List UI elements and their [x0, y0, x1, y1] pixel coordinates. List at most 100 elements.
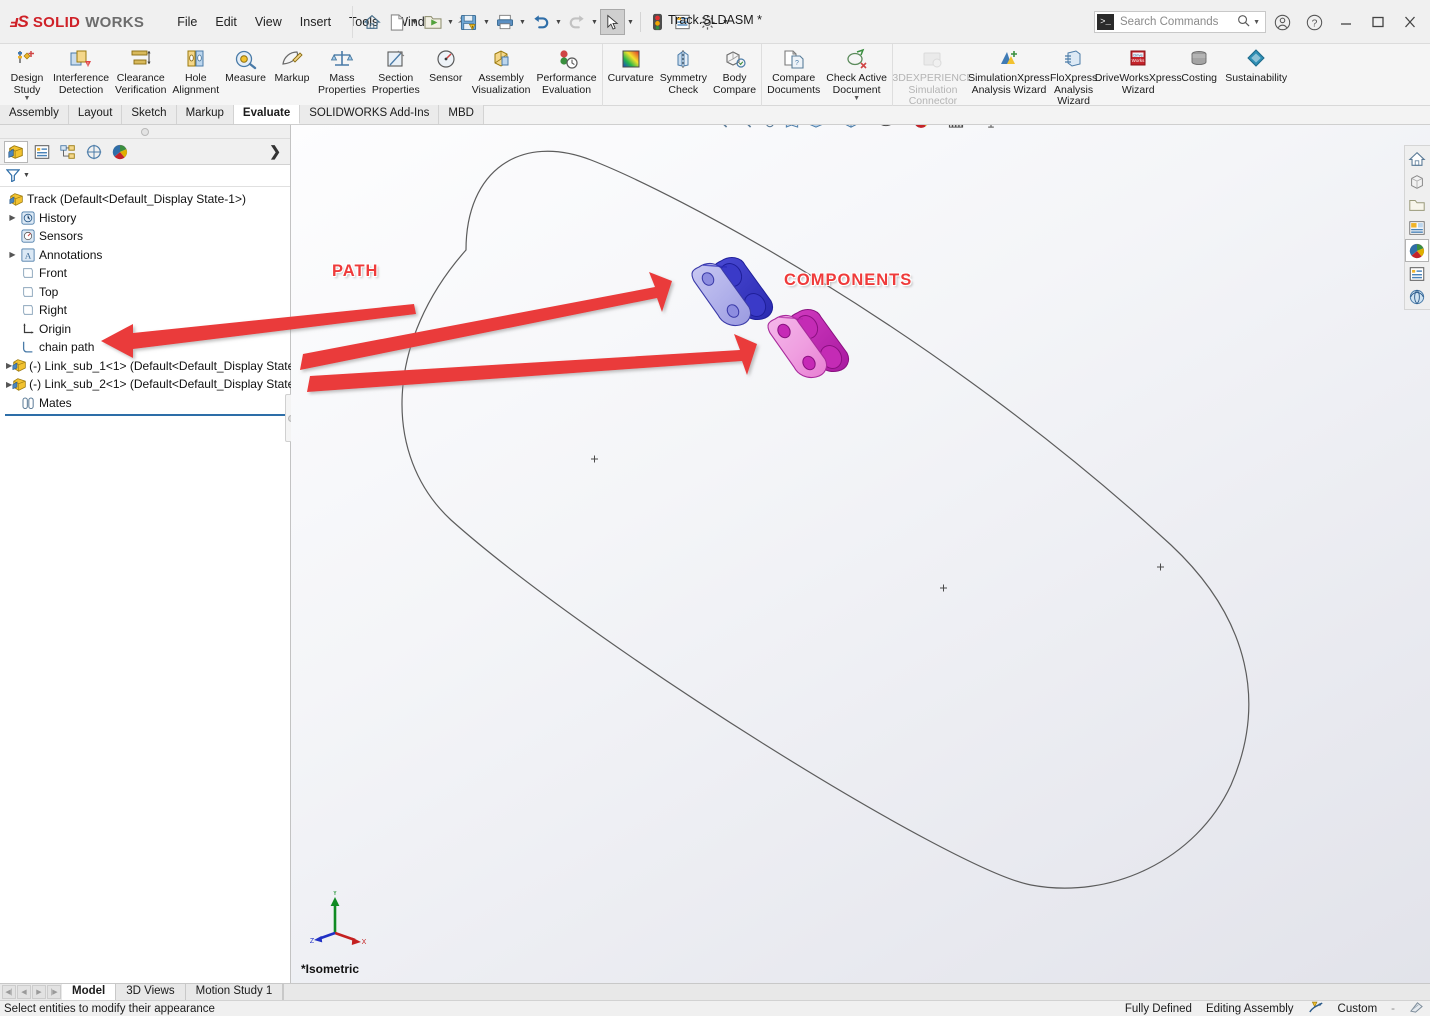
feature-tree-filter[interactable]: ▼: [0, 165, 290, 187]
select-caret-icon[interactable]: ▼: [625, 9, 636, 35]
menu-insert[interactable]: Insert: [291, 11, 340, 33]
account-button[interactable]: [1266, 8, 1298, 36]
minimize-button[interactable]: [1330, 8, 1362, 36]
ribbon-performance-evaluation[interactable]: Performance Evaluation: [533, 44, 599, 96]
print-button[interactable]: [492, 9, 517, 35]
rebuild-button[interactable]: [645, 9, 670, 35]
doc-tab-model[interactable]: Model: [62, 984, 117, 1000]
new-document-button[interactable]: [384, 9, 409, 35]
ribbon-simulationxpress[interactable]: SimulationXpress Analysis Wizard: [968, 44, 1050, 96]
file-explorer-button[interactable]: [1405, 193, 1429, 216]
tree-item-history[interactable]: ▶ History: [4, 209, 290, 228]
graphics-viewport[interactable]: ▼ ▼ ▼ ▼ ▼ ▼: [291, 125, 1430, 984]
next-tab-icon[interactable]: ▶: [32, 985, 46, 999]
magnifier-icon[interactable]: [1237, 14, 1250, 30]
link-sub-2-component[interactable]: [759, 305, 879, 400]
ribbon-hole-alignment[interactable]: Hole Alignment: [169, 44, 222, 96]
open-caret-icon[interactable]: ▼: [445, 9, 456, 35]
tab-layout[interactable]: Layout: [68, 105, 123, 124]
save-button[interactable]: [456, 9, 481, 35]
tab-markup[interactable]: Markup: [176, 105, 234, 124]
open-button[interactable]: [420, 9, 445, 35]
status-units[interactable]: Custom: [1338, 1003, 1378, 1015]
marketplace-button[interactable]: [1405, 285, 1429, 308]
menu-view[interactable]: View: [246, 11, 291, 33]
tree-item-annotations[interactable]: ▶ A Annotations: [4, 246, 290, 265]
print-caret-icon[interactable]: ▼: [517, 9, 528, 35]
ribbon-sustainability[interactable]: Sustainability: [1222, 44, 1290, 85]
undo-caret-icon[interactable]: ▼: [553, 9, 564, 35]
ribbon-floxpress[interactable]: FloXpress Analysis Wizard: [1047, 44, 1100, 108]
expand-arrow-icon[interactable]: ▶: [6, 213, 19, 222]
first-tab-icon[interactable]: ◀|: [2, 985, 16, 999]
ribbon-section-properties[interactable]: Section Properties: [369, 44, 423, 96]
ribbon-symmetry-check[interactable]: Symmetry Check: [657, 44, 710, 96]
rebuild-warning-icon[interactable]: [1308, 1001, 1324, 1016]
ribbon-assembly-visualization[interactable]: Assembly Visualization: [469, 44, 534, 96]
dimxpert-manager-tab[interactable]: [82, 141, 106, 163]
ribbon-interference-detection[interactable]: ! Interference Detection: [50, 44, 112, 96]
tab-evaluate[interactable]: Evaluate: [233, 105, 301, 124]
ribbon-driveworksxpress[interactable]: Drive Works DriveWorksXpress Wizard: [1095, 44, 1182, 96]
tree-item-top[interactable]: Top: [4, 283, 290, 302]
ribbon-clearance-verification[interactable]: Clearance Verification: [112, 44, 169, 96]
tab-assembly[interactable]: Assembly: [0, 105, 69, 124]
save-caret-icon[interactable]: ▼: [481, 9, 492, 35]
tab-solidworks-add-ins[interactable]: SOLIDWORKS Add-Ins: [300, 105, 440, 124]
status-units-caret[interactable]: -: [1391, 1003, 1395, 1015]
tree-item-track[interactable]: Track (Default<Default_Display State-1>): [4, 190, 290, 209]
custom-properties-button[interactable]: [1405, 262, 1429, 285]
search-caret-icon[interactable]: ▼: [1253, 19, 1260, 26]
overlay-icon[interactable]: [1409, 1000, 1424, 1016]
tree-item-chain-path[interactable]: chain path: [4, 338, 290, 357]
help-button[interactable]: ?: [1298, 8, 1330, 36]
ribbon-check-active-document[interactable]: Check Active Document ▼: [823, 44, 890, 102]
tab-mbd[interactable]: MBD: [439, 105, 484, 124]
select-button[interactable]: [600, 9, 625, 35]
new-document-caret-icon[interactable]: ▼: [409, 9, 420, 35]
panel-drag-strip[interactable]: [0, 125, 290, 139]
design-study-dropdown-icon[interactable]: ▼: [24, 95, 31, 102]
ribbon-compare-documents[interactable]: ? Compare Documents: [764, 44, 823, 96]
ribbon-mass-properties[interactable]: Mass Properties: [315, 44, 369, 96]
tree-item-sensors[interactable]: Sensors: [4, 227, 290, 246]
file-properties-button[interactable]: [670, 9, 695, 35]
home-button[interactable]: [359, 9, 384, 35]
ribbon-design-study[interactable]: Design Study ▼: [4, 44, 50, 102]
close-button[interactable]: [1394, 8, 1426, 36]
redo-button[interactable]: [564, 9, 589, 35]
feature-manager-tab[interactable]: [4, 140, 28, 163]
tree-item-link-sub-1[interactable]: ▶ (-) Link_sub_1<1> (Default<Default_Dis…: [4, 357, 316, 376]
tree-item-mates[interactable]: Mates: [4, 394, 290, 413]
tree-item-link-sub-2[interactable]: ▶ (-) Link_sub_2<1> (Default<Default_Dis…: [4, 375, 316, 394]
property-manager-tab[interactable]: [30, 141, 54, 163]
appearances-scenes-button[interactable]: [1405, 239, 1429, 262]
display-manager-tab[interactable]: [108, 141, 132, 163]
undo-button[interactable]: [528, 9, 553, 35]
check-active-document-dropdown-icon[interactable]: ▼: [853, 95, 860, 102]
view-palette-home-button[interactable]: [1405, 147, 1429, 170]
chevron-right-icon[interactable]: ❯: [269, 143, 281, 160]
previous-tab-icon[interactable]: ◀: [17, 985, 31, 999]
configuration-manager-tab[interactable]: [56, 141, 80, 163]
last-tab-icon[interactable]: |▶: [47, 985, 61, 999]
search-input[interactable]: Search Commands: [1120, 16, 1237, 28]
doc-tab-3d-views[interactable]: 3D Views: [116, 984, 186, 1000]
tree-item-front[interactable]: Front: [4, 264, 290, 283]
menu-edit[interactable]: Edit: [206, 11, 246, 33]
view-palette-panel-button[interactable]: [1405, 216, 1429, 239]
maximize-button[interactable]: [1362, 8, 1394, 36]
ribbon-sensor[interactable]: Sensor: [423, 44, 469, 85]
design-library-button[interactable]: [1405, 170, 1429, 193]
tab-sketch[interactable]: Sketch: [122, 105, 177, 124]
options-gear-button[interactable]: [695, 9, 720, 35]
ribbon-costing[interactable]: Costing: [1176, 44, 1222, 85]
menu-file[interactable]: File: [168, 11, 206, 33]
filter-dropdown-icon[interactable]: ▼: [23, 172, 30, 179]
tree-item-origin[interactable]: Origin: [4, 320, 290, 339]
ribbon-curvature[interactable]: Curvature: [605, 44, 657, 85]
search-commands-box[interactable]: >_ Search Commands ▼: [1094, 11, 1266, 33]
expand-arrow-icon[interactable]: ▶: [6, 250, 19, 259]
doc-tab-motion-study-1[interactable]: Motion Study 1: [185, 984, 284, 1000]
redo-caret-icon[interactable]: ▼: [589, 9, 600, 35]
